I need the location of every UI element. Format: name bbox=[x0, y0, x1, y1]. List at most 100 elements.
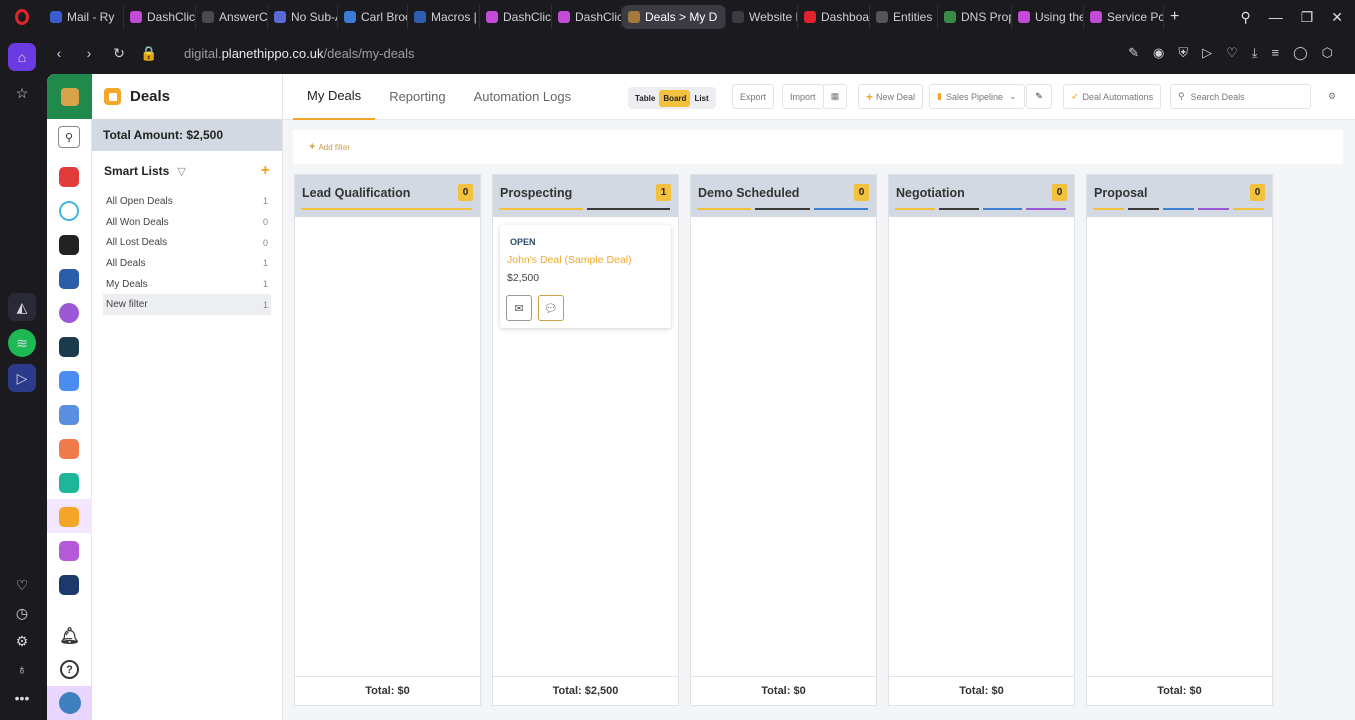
avatar[interactable] bbox=[47, 686, 92, 720]
browser-tab[interactable]: DashClick bbox=[552, 5, 622, 29]
calculator-icon[interactable]: ▦ bbox=[823, 84, 847, 109]
email-icon[interactable]: ✉ bbox=[506, 295, 532, 321]
funnel-icon[interactable] bbox=[59, 235, 79, 255]
home-icon[interactable]: ⌂ bbox=[8, 43, 36, 71]
smart-list-item[interactable]: New filter 1 bbox=[103, 294, 271, 316]
pipeline-select[interactable]: ▮ Sales Pipeline ⌄ bbox=[929, 84, 1025, 109]
app-icon[interactable]: ◭ bbox=[8, 293, 36, 321]
menu-icon[interactable]: ≡ bbox=[1271, 45, 1279, 61]
document-icon[interactable] bbox=[59, 439, 79, 459]
url-field[interactable]: digital.planethippo.co.uk/deals/my-deals bbox=[184, 46, 415, 61]
history-icon[interactable]: ◷ bbox=[8, 599, 36, 627]
deal-automations-button[interactable]: ➶ Deal Automations bbox=[1063, 84, 1162, 109]
folder-icon[interactable] bbox=[59, 405, 79, 425]
chat-icon[interactable]: 💬︎ bbox=[538, 295, 564, 321]
tab-automation-logs[interactable]: Automation Logs bbox=[460, 74, 586, 120]
help-icon[interactable]: ? bbox=[60, 660, 79, 679]
new-deal-button[interactable]: + New Deal bbox=[858, 84, 924, 109]
browser-tab[interactable]: DashClick bbox=[480, 5, 552, 29]
spotify-icon[interactable]: ≋ bbox=[8, 329, 36, 357]
add-filter-icon: + bbox=[309, 141, 316, 153]
tab-my-deals[interactable]: My Deals bbox=[293, 74, 376, 120]
browser-tab[interactable]: DNS Prop bbox=[938, 5, 1012, 29]
cube-icon[interactable]: ⬡ bbox=[1322, 45, 1333, 61]
profile-icon[interactable]: ◯ bbox=[1293, 45, 1308, 61]
browser-tab[interactable]: Mail - Ry bbox=[44, 5, 124, 29]
browser-tab[interactable]: Website E bbox=[726, 5, 798, 29]
view-list[interactable]: List bbox=[690, 90, 712, 107]
lock-icon: 🔒 bbox=[140, 44, 158, 61]
restore-icon[interactable]: ❐ bbox=[1301, 9, 1314, 26]
bulb-icon[interactable]: ♁ bbox=[8, 655, 36, 683]
close-window-icon[interactable]: ✕ bbox=[1331, 9, 1343, 26]
stage-progress-bars bbox=[895, 208, 1066, 211]
browser-tab[interactable]: Using the bbox=[1012, 5, 1084, 29]
store-icon[interactable] bbox=[59, 167, 79, 187]
smart-list-count: 0 bbox=[262, 237, 268, 248]
tab-reporting[interactable]: Reporting bbox=[375, 74, 459, 120]
browser-tab[interactable]: AnswerCo bbox=[196, 5, 268, 29]
deals-icon[interactable] bbox=[59, 507, 79, 527]
edit-icon[interactable]: ✎ bbox=[1128, 45, 1139, 61]
smart-list-item[interactable]: All Deals 1 bbox=[103, 253, 271, 274]
browser-tab[interactable]: No Sub-A bbox=[268, 5, 338, 29]
deal-card[interactable]: OPEN John's Deal (Sample Deal) $2,500 ✉ 💬︎ bbox=[500, 225, 671, 328]
search-tabs-icon[interactable]: ⚲ bbox=[1240, 9, 1250, 26]
edit-pipeline-icon[interactable]: ✎ bbox=[1026, 84, 1052, 109]
analytics-icon[interactable] bbox=[59, 337, 79, 357]
stage-bar bbox=[1163, 208, 1194, 210]
export-button[interactable]: Export bbox=[732, 84, 775, 109]
map-pin-icon[interactable] bbox=[59, 303, 79, 323]
minimize-icon[interactable]: — bbox=[1269, 9, 1283, 26]
view-board[interactable]: Board bbox=[659, 89, 691, 107]
smart-list-item[interactable]: All Open Deals 1 bbox=[103, 191, 271, 212]
browser-tab[interactable]: DashClick bbox=[124, 5, 196, 29]
smart-list-item[interactable]: All Lost Deals 0 bbox=[103, 232, 271, 253]
new-tab-icon[interactable]: + bbox=[1170, 8, 1179, 26]
send-icon[interactable]: ▷ bbox=[1202, 45, 1212, 61]
heart-icon[interactable]: ♡ bbox=[1226, 45, 1238, 61]
view-table[interactable]: Table bbox=[631, 90, 659, 107]
bell-icon[interactable]: 🔔︎ bbox=[59, 626, 79, 645]
browser-tab[interactable]: Deals > My D✕ bbox=[622, 5, 726, 29]
stage-count-badge: 0 bbox=[854, 184, 869, 201]
smart-list-item[interactable]: All Won Deals 0 bbox=[103, 212, 271, 233]
settings-icon[interactable]: ⚙ bbox=[8, 627, 36, 655]
browser-tab[interactable]: Service Pc bbox=[1084, 5, 1164, 29]
contacts-icon[interactable] bbox=[59, 473, 79, 493]
opera-logo-icon[interactable] bbox=[0, 0, 44, 34]
search-deals-input[interactable]: ⚲ Search Deals bbox=[1170, 84, 1311, 109]
smart-list-item[interactable]: My Deals 1 bbox=[103, 274, 271, 295]
camera-icon[interactable]: ◉ bbox=[1153, 45, 1164, 61]
player-icon[interactable]: ▷ bbox=[8, 364, 36, 392]
payments-icon[interactable] bbox=[59, 575, 79, 595]
tab-favicon-icon bbox=[876, 11, 888, 23]
smart-lists: All Open Deals 1 All Won Deals 0 All Lost De… bbox=[92, 191, 282, 316]
reload-icon[interactable]: ↻ bbox=[104, 45, 134, 62]
add-smart-list-icon[interactable]: + bbox=[261, 162, 270, 180]
monitor-icon[interactable] bbox=[59, 269, 79, 289]
check-icon[interactable] bbox=[59, 201, 79, 221]
add-filter-button[interactable]: Add filter bbox=[318, 143, 350, 152]
star-icon[interactable]: ☆ bbox=[8, 79, 36, 107]
forward-icon[interactable]: › bbox=[74, 45, 104, 61]
forms-icon[interactable] bbox=[59, 541, 79, 561]
filter-icon[interactable]: ▽ bbox=[177, 165, 185, 178]
settings-gear-icon[interactable]: ⚙ bbox=[1321, 84, 1343, 109]
hippo-logo-icon[interactable] bbox=[47, 74, 92, 119]
shield-icon[interactable]: ⛨ bbox=[1178, 45, 1188, 61]
import-button[interactable]: Import bbox=[782, 84, 824, 109]
tablet-icon[interactable] bbox=[59, 371, 79, 391]
more-icon[interactable]: ••• bbox=[8, 684, 36, 712]
deal-name-link[interactable]: John's Deal (Sample Deal) bbox=[507, 254, 632, 266]
browser-tab[interactable]: Macros | bbox=[408, 5, 480, 29]
main-content: My Deals Reporting Automation Logs Table… bbox=[283, 74, 1355, 720]
browser-tab[interactable]: Dashboar bbox=[798, 5, 870, 29]
browser-tab[interactable]: Entities bbox=[870, 5, 938, 29]
back-icon[interactable]: ‹ bbox=[44, 45, 74, 61]
stage-bar bbox=[1093, 208, 1124, 210]
download-icon[interactable]: ⤓ bbox=[1252, 45, 1258, 61]
heart-sidebar-icon[interactable]: ♡ bbox=[8, 571, 36, 599]
search-icon[interactable]: ⚲ bbox=[58, 126, 80, 148]
browser-tab[interactable]: Carl Broo bbox=[338, 5, 408, 29]
